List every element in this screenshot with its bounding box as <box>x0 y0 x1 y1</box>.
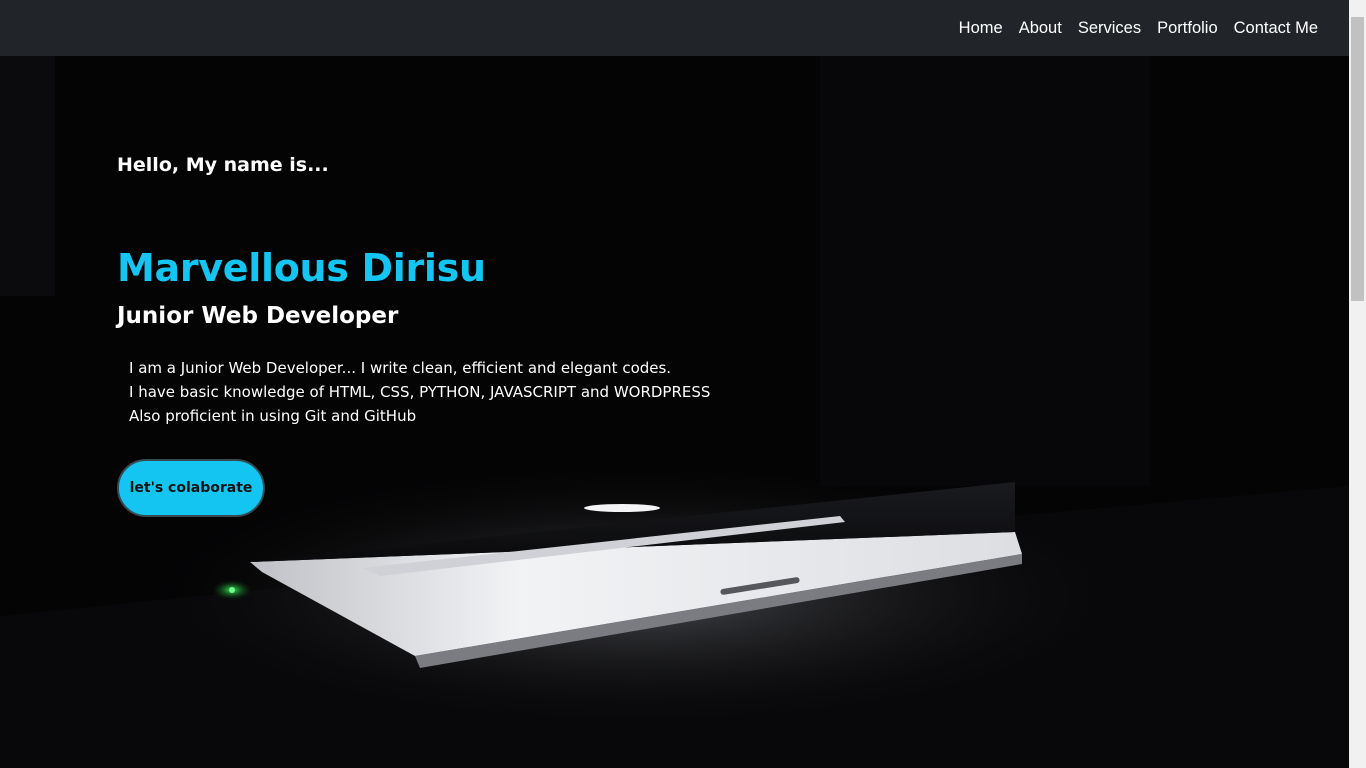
greeting-text: Hello, My name is... <box>117 154 329 176</box>
bio-line: Also proficient in using Git and GitHub <box>129 407 417 425</box>
navbar: Home About Services Portfolio Contact Me <box>0 0 1349 56</box>
nav-links: Home About Services Portfolio Contact Me <box>959 0 1318 56</box>
hero-section: Hello, My name is... Marvellous Dirisu J… <box>0 56 1349 768</box>
nav-link-portfolio[interactable]: Portfolio <box>1157 19 1218 38</box>
page-scrollbar[interactable] <box>1349 0 1366 768</box>
collaborate-button[interactable]: let's colaborate <box>117 459 265 517</box>
nav-link-home[interactable]: Home <box>959 19 1003 38</box>
scrollbar-thumb[interactable] <box>1351 17 1364 301</box>
hero-bio: I am a Junior Web Developer... I write c… <box>129 356 710 428</box>
page: Home About Services Portfolio Contact Me <box>0 0 1366 768</box>
hero-role: Junior Web Developer <box>117 303 399 329</box>
hero-name: Marvellous Dirisu <box>117 246 486 290</box>
bio-line: I am a Junior Web Developer... I write c… <box>129 359 672 377</box>
nav-link-about[interactable]: About <box>1019 19 1062 38</box>
nav-link-contact[interactable]: Contact Me <box>1234 19 1318 38</box>
bio-line: I have basic knowledge of HTML, CSS, PYT… <box>129 383 711 401</box>
nav-link-services[interactable]: Services <box>1078 19 1141 38</box>
